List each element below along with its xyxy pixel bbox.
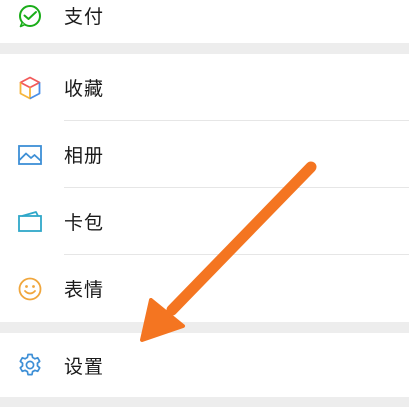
menu-item-settings[interactable]: 设置 — [0, 333, 409, 397]
menu-item-album[interactable]: 相册 — [0, 121, 409, 188]
card-wallet-icon — [17, 209, 43, 235]
cube-favorites-icon — [17, 75, 43, 101]
menu-item-settings-label: 设置 — [64, 355, 105, 378]
menu-item-favorites[interactable]: 收藏 — [0, 54, 409, 121]
features-group: 收藏 相册 卡包 表情 — [0, 54, 409, 322]
menu-item-cards[interactable]: 卡包 — [0, 188, 409, 255]
menu-item-stickers[interactable]: 表情 — [0, 255, 409, 322]
menu-item-pay[interactable]: 支付 — [0, 0, 409, 43]
menu-item-favorites-label: 收藏 — [64, 78, 105, 100]
wechat-pay-icon — [17, 3, 43, 29]
photo-album-icon — [17, 142, 43, 168]
menu-item-stickers-label: 表情 — [64, 279, 105, 301]
smiley-face-icon — [17, 276, 43, 302]
menu-item-pay-label: 支付 — [64, 6, 105, 28]
gear-icon — [17, 352, 43, 378]
menu-item-album-label: 相册 — [64, 145, 105, 167]
pay-group: 支付 — [0, 0, 409, 43]
settings-group: 设置 — [0, 333, 409, 397]
menu-item-cards-label: 卡包 — [64, 212, 105, 234]
